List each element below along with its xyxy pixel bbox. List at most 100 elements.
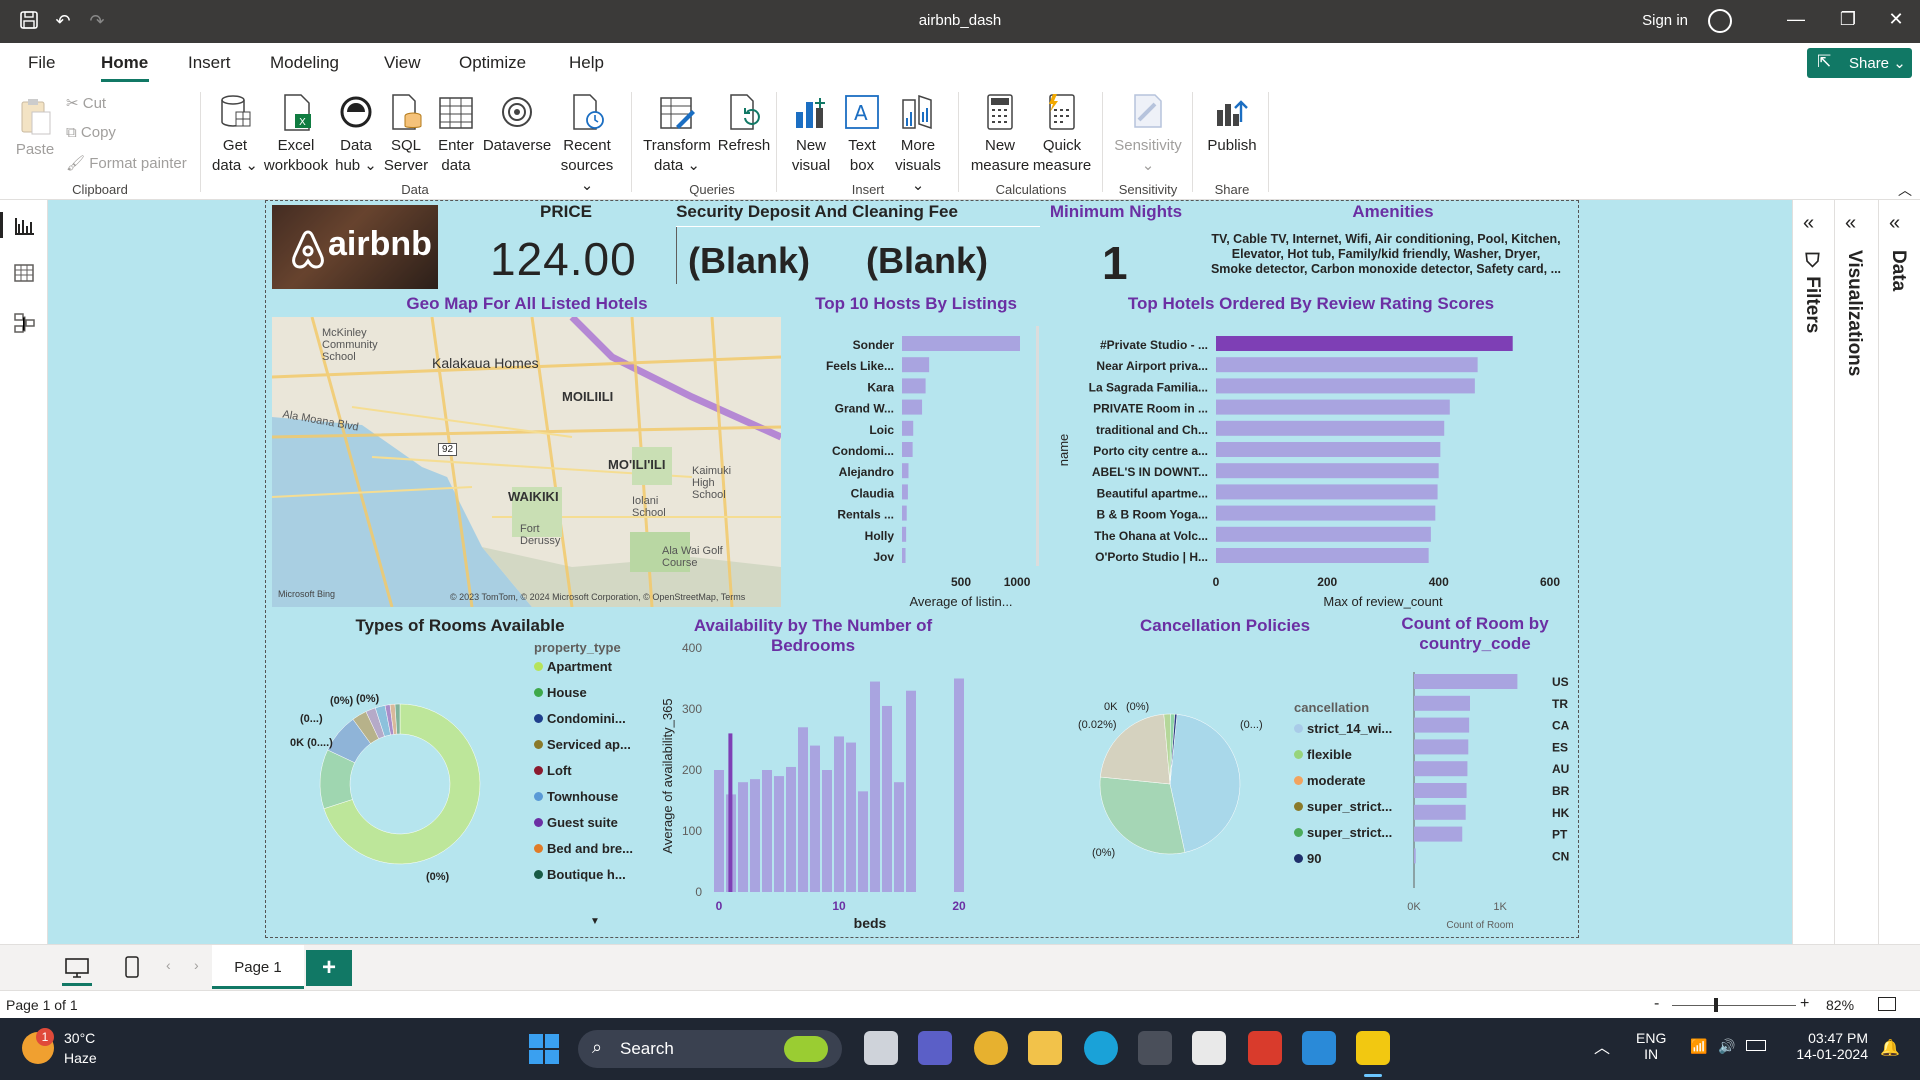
chrome-icon[interactable] bbox=[974, 1031, 1008, 1065]
refresh-button[interactable]: Refresh bbox=[713, 92, 775, 156]
collapse-ribbon-icon[interactable]: ︿ bbox=[1898, 180, 1912, 200]
app-icon[interactable] bbox=[1138, 1031, 1172, 1065]
format-painter-button[interactable]: 🖌 Format painter bbox=[66, 154, 187, 172]
country-bar-chart[interactable]: US TR CA ES AU BR HK PT CN 0K 1K Count of Room bbox=[1400, 668, 1580, 932]
legend-more-icon[interactable]: ▼ bbox=[590, 916, 600, 927]
battery-icon[interactable] bbox=[1746, 1040, 1766, 1051]
geo-map[interactable]: McKinley Community School Kalakaua Homes… bbox=[272, 317, 781, 607]
zoom-out-icon[interactable]: - bbox=[1654, 995, 1659, 1013]
legend-item[interactable]: moderate bbox=[1294, 773, 1414, 799]
enter-data-button[interactable]: Enter data bbox=[432, 92, 480, 176]
legend-item[interactable]: super_strict... bbox=[1294, 799, 1414, 825]
menu-optimize[interactable]: Optimize bbox=[459, 53, 526, 73]
page-tab-1[interactable]: Page 1 bbox=[212, 945, 304, 989]
legend-item[interactable]: Boutique h... bbox=[534, 867, 664, 893]
legend-item[interactable]: 90 bbox=[1294, 851, 1414, 877]
language-indicator[interactable]: ENG IN bbox=[1636, 1030, 1666, 1062]
cut-button[interactable]: ✂ Cut bbox=[66, 94, 106, 112]
bar bbox=[1414, 739, 1469, 755]
wifi-icon[interactable]: 📶 bbox=[1690, 1038, 1707, 1055]
show-hidden-icons[interactable]: ︿ bbox=[1594, 1034, 1610, 1058]
data-hub-button[interactable]: Data hub ⌄ bbox=[332, 92, 380, 176]
share-button[interactable]: ⇱ Share ⌄ bbox=[1807, 48, 1912, 78]
avatar[interactable] bbox=[1708, 9, 1732, 33]
volume-icon[interactable]: 🔊 bbox=[1718, 1038, 1735, 1055]
edge-icon[interactable] bbox=[1084, 1031, 1118, 1065]
expand-filters-icon[interactable]: « bbox=[1803, 212, 1814, 235]
menu-modeling[interactable]: Modeling bbox=[270, 53, 339, 73]
sql-server-button[interactable]: SQL Server bbox=[382, 92, 430, 176]
task-view-icon[interactable] bbox=[864, 1031, 898, 1065]
copy-button[interactable]: ⧉ Copy bbox=[66, 124, 116, 141]
more-visuals-button[interactable]: More visuals ⌄ bbox=[888, 92, 948, 196]
menu-help[interactable]: Help bbox=[569, 53, 604, 73]
sign-in-link[interactable]: Sign in bbox=[1642, 12, 1688, 29]
recent-sources-button[interactable]: Recent sources ⌄ bbox=[553, 92, 621, 196]
get-data-button[interactable]: Get data ⌄ bbox=[210, 92, 260, 176]
mobile-layout-icon[interactable] bbox=[124, 955, 140, 979]
legend-item[interactable]: Apartment bbox=[534, 659, 664, 685]
visualizations-pane[interactable]: « Visualizations bbox=[1834, 200, 1878, 944]
add-page-button[interactable]: + bbox=[306, 950, 352, 986]
restore-icon[interactable]: ❐ bbox=[1836, 9, 1860, 30]
table-view-icon[interactable] bbox=[13, 262, 35, 284]
legend-item[interactable]: Loft bbox=[534, 763, 664, 789]
expand-data-icon[interactable]: « bbox=[1889, 212, 1900, 235]
desktop-layout-icon[interactable] bbox=[64, 957, 90, 979]
room-types-donut-chart[interactable]: (0%)(0...)0K (0....)(0%)(0%) bbox=[280, 640, 540, 890]
report-view-icon[interactable] bbox=[13, 214, 35, 236]
sensitivity-button[interactable]: Sensitivity ⌄ bbox=[1110, 92, 1186, 176]
new-visual-button[interactable]: New visual bbox=[786, 92, 836, 176]
legend-item[interactable]: Townhouse bbox=[534, 789, 664, 815]
excel-workbook-button[interactable]: X Excel workbook bbox=[262, 92, 330, 176]
paste-button[interactable]: Paste bbox=[14, 96, 56, 160]
transform-data-button[interactable]: Transform data ⌄ bbox=[641, 92, 713, 176]
file-explorer-icon[interactable] bbox=[1028, 1031, 1062, 1065]
next-page-icon[interactable]: › bbox=[194, 957, 199, 973]
legend-item[interactable]: super_strict... bbox=[1294, 825, 1414, 851]
teams-icon[interactable] bbox=[918, 1031, 952, 1065]
cancellation-pie-chart[interactable]: 0K (0%) (0.02%) (0...) (0%) bbox=[1060, 690, 1290, 880]
power-bi-icon[interactable] bbox=[1356, 1031, 1390, 1065]
legend-item[interactable]: strict_14_wi... bbox=[1294, 721, 1414, 747]
menu-view[interactable]: View bbox=[384, 53, 421, 73]
prev-page-icon[interactable]: ‹ bbox=[166, 957, 171, 973]
legend-item[interactable]: flexible bbox=[1294, 747, 1414, 773]
zoom-in-icon[interactable]: + bbox=[1800, 995, 1809, 1013]
taskbar-search[interactable]: ⌕ Search bbox=[578, 1030, 842, 1068]
wps-icon[interactable] bbox=[1248, 1031, 1282, 1065]
legend-item[interactable]: House bbox=[534, 685, 664, 711]
model-view-icon[interactable] bbox=[13, 312, 35, 334]
map-attribution[interactable]: © 2023 TomTom, © 2024 Microsoft Corporat… bbox=[450, 592, 745, 602]
availability-bar-chart[interactable]: 0 100 200 300 400 0 10 20 beds Average of availab… bbox=[652, 636, 1032, 934]
menu-file[interactable]: File bbox=[28, 53, 55, 73]
y-tick-label: Kara bbox=[867, 380, 894, 394]
close-icon[interactable]: ✕ bbox=[1884, 9, 1908, 30]
menu-home[interactable]: Home bbox=[101, 53, 148, 73]
hotels-bar-chart[interactable]: #Private Studio - ... Near Airport priva.… bbox=[1050, 320, 1580, 612]
legend-item[interactable]: Serviced ap... bbox=[534, 737, 664, 763]
filters-pane[interactable]: « ⛉ Filters bbox=[1792, 200, 1834, 944]
new-measure-button[interactable]: New measure bbox=[968, 92, 1032, 176]
store-icon[interactable] bbox=[1192, 1031, 1226, 1065]
windows-start-icon[interactable] bbox=[528, 1033, 560, 1065]
fit-to-page-icon[interactable] bbox=[1878, 997, 1896, 1011]
vscode-icon[interactable] bbox=[1302, 1031, 1336, 1065]
legend-item[interactable]: Guest suite bbox=[534, 815, 664, 841]
dataverse-button[interactable]: Dataverse bbox=[482, 92, 552, 156]
expand-visualizations-icon[interactable]: « bbox=[1845, 212, 1856, 235]
zoom-slider-thumb[interactable] bbox=[1714, 998, 1718, 1012]
minimize-icon[interactable]: — bbox=[1784, 9, 1808, 30]
menu-insert[interactable]: Insert bbox=[188, 53, 231, 73]
notification-bell-icon[interactable]: 🔔 bbox=[1880, 1038, 1900, 1058]
publish-button[interactable]: Publish bbox=[1200, 92, 1264, 156]
clock[interactable]: 03:47 PM 14-01-2024 bbox=[1788, 1030, 1868, 1062]
bar bbox=[902, 378, 926, 394]
data-pane[interactable]: « Data bbox=[1878, 200, 1920, 944]
zoom-slider[interactable] bbox=[1672, 1005, 1796, 1006]
quick-measure-button[interactable]: Quick measure bbox=[1032, 92, 1092, 176]
text-box-button[interactable]: A Text box bbox=[838, 92, 886, 176]
hosts-bar-chart[interactable]: Sonder Feels Like... Kara Grand W... Loic Con… bbox=[790, 320, 1050, 612]
legend-item[interactable]: Bed and bre... bbox=[534, 841, 664, 867]
legend-item[interactable]: Condomini... bbox=[534, 711, 664, 737]
